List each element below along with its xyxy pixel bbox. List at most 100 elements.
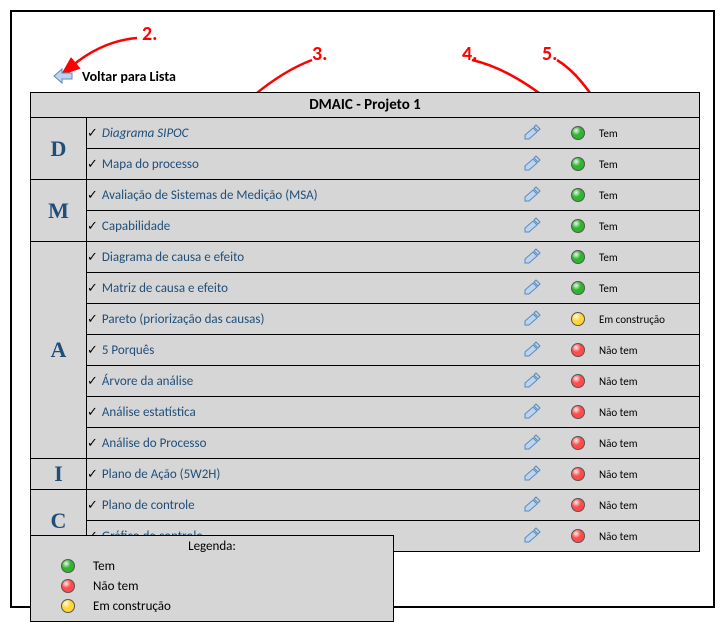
tool-name[interactable]: Árvore da análise [102,374,193,389]
tool-name[interactable]: Análise do Processo [102,436,207,451]
legend-dot [61,599,75,613]
status-indicator [563,312,593,326]
annotation-2: 2. [142,22,157,46]
legend-item: Em construção [31,596,393,616]
tool-row: ✓ Pareto (priorização das causas) Em con… [87,304,700,335]
goto-arrow-icon[interactable] [521,155,543,173]
check-icon: ✓ [87,312,98,327]
tool-row: ✓ Matriz de causa e efeito Tem [87,273,700,304]
page-frame: 2. 3. 4. 5. Voltar para Lista DMAIC - Pr… [10,10,715,608]
tool-row: ✓ Diagrama SIPOC Tem [87,118,700,149]
status-label: Tem [593,251,699,264]
tool-row: ✓ Diagrama de causa e efeito Tem [87,242,700,273]
tool-name[interactable]: Plano de Ação (5W2H) [102,467,220,482]
status-indicator [563,343,593,357]
status-indicator [563,281,593,295]
tool-name[interactable]: Plano de controle [102,498,195,513]
status-indicator [563,126,593,140]
status-indicator [563,374,593,388]
goto-arrow-icon[interactable] [521,279,543,297]
tool-row: ✓ Análise estatística Não tem [87,397,700,428]
phase-cell-A: A [31,242,87,459]
tool-name[interactable]: Pareto (priorização das causas) [102,312,265,327]
tool-name[interactable]: Diagrama SIPOC [102,126,189,141]
check-icon: ✓ [87,467,98,482]
goto-arrow-icon[interactable] [521,124,543,142]
goto-arrow-icon[interactable] [521,465,543,483]
legend-dot [61,579,75,593]
tool-name[interactable]: Matriz de causa e efeito [102,281,228,296]
legend-item: Não tem [31,576,393,596]
tool-name[interactable]: Mapa do processo [102,157,199,172]
legend-label: Não tem [93,579,138,594]
phase-cell-I: I [31,459,87,490]
check-icon: ✓ [87,250,98,265]
goto-arrow-icon[interactable] [521,248,543,266]
check-icon: ✓ [87,188,98,203]
status-label: Em construção [593,313,699,326]
phase-cell-M: M [31,180,87,242]
tool-row: ✓ Análise do Processo Não tem [87,428,700,459]
back-label: Voltar para Lista [82,68,176,85]
tool-name[interactable]: Diagrama de causa e efeito [102,250,244,265]
tool-row: ✓ 5 Porquês Não tem [87,335,700,366]
check-icon: ✓ [87,281,98,296]
annotation-5: 5. [542,42,557,66]
status-label: Não tem [593,499,699,512]
goto-arrow-icon[interactable] [521,496,543,514]
goto-arrow-icon[interactable] [521,403,543,421]
tool-row: ✓ Árvore da análise Não tem [87,366,700,397]
goto-arrow-icon[interactable] [521,527,543,545]
status-label: Não tem [593,375,699,388]
status-indicator [563,157,593,171]
check-icon: ✓ [87,498,98,513]
check-icon: ✓ [87,405,98,420]
tool-row: ✓ Plano de controle Não tem [87,490,700,521]
status-label: Não tem [593,344,699,357]
status-label: Tem [593,220,699,233]
tool-name[interactable]: Capabilidade [102,219,170,234]
goto-arrow-icon[interactable] [521,217,543,235]
tool-name[interactable]: 5 Porquês [102,343,154,358]
tool-name[interactable]: Avaliação de Sistemas de Medição (MSA) [102,188,318,203]
status-indicator [563,436,593,450]
tool-name[interactable]: Análise estatística [102,405,196,420]
status-label: Tem [593,189,699,202]
phase-cell-D: D [31,118,87,180]
status-label: Não tem [593,530,699,543]
back-to-list-link[interactable]: Voltar para Lista [52,67,176,85]
annotation-4: 4. [462,42,477,66]
status-indicator [563,498,593,512]
goto-arrow-icon[interactable] [521,341,543,359]
check-icon: ✓ [87,374,98,389]
goto-arrow-icon[interactable] [521,434,543,452]
tool-row: ✓ Mapa do processo Tem [87,149,700,180]
goto-arrow-icon[interactable] [521,372,543,390]
check-icon: ✓ [87,219,98,234]
legend-title: Legenda: [31,539,393,556]
goto-arrow-icon[interactable] [521,310,543,328]
goto-arrow-icon[interactable] [521,186,543,204]
check-icon: ✓ [87,343,98,358]
back-arrow-icon [52,67,74,85]
status-indicator [563,219,593,233]
tool-row: ✓ Capabilidade Tem [87,211,700,242]
check-icon: ✓ [87,126,98,141]
legend-box: Legenda: Tem Não tem Em construção [30,535,394,622]
status-indicator [563,188,593,202]
status-indicator [563,467,593,481]
status-label: Não tem [593,437,699,450]
status-label: Tem [593,158,699,171]
check-icon: ✓ [87,436,98,451]
status-label: Tem [593,282,699,295]
legend-label: Tem [93,559,115,574]
legend-item: Tem [31,556,393,576]
status-label: Tem [593,127,699,140]
tool-row: ✓ Avaliação de Sistemas de Medição (MSA)… [87,180,700,211]
legend-dot [61,559,75,573]
status-indicator [563,529,593,543]
dmaic-table: DMAIC - Projeto 1 D ✓ Diagrama SIPOC Tem… [30,92,700,552]
legend-label: Em construção [93,599,171,614]
status-label: Não tem [593,468,699,481]
status-label: Não tem [593,406,699,419]
